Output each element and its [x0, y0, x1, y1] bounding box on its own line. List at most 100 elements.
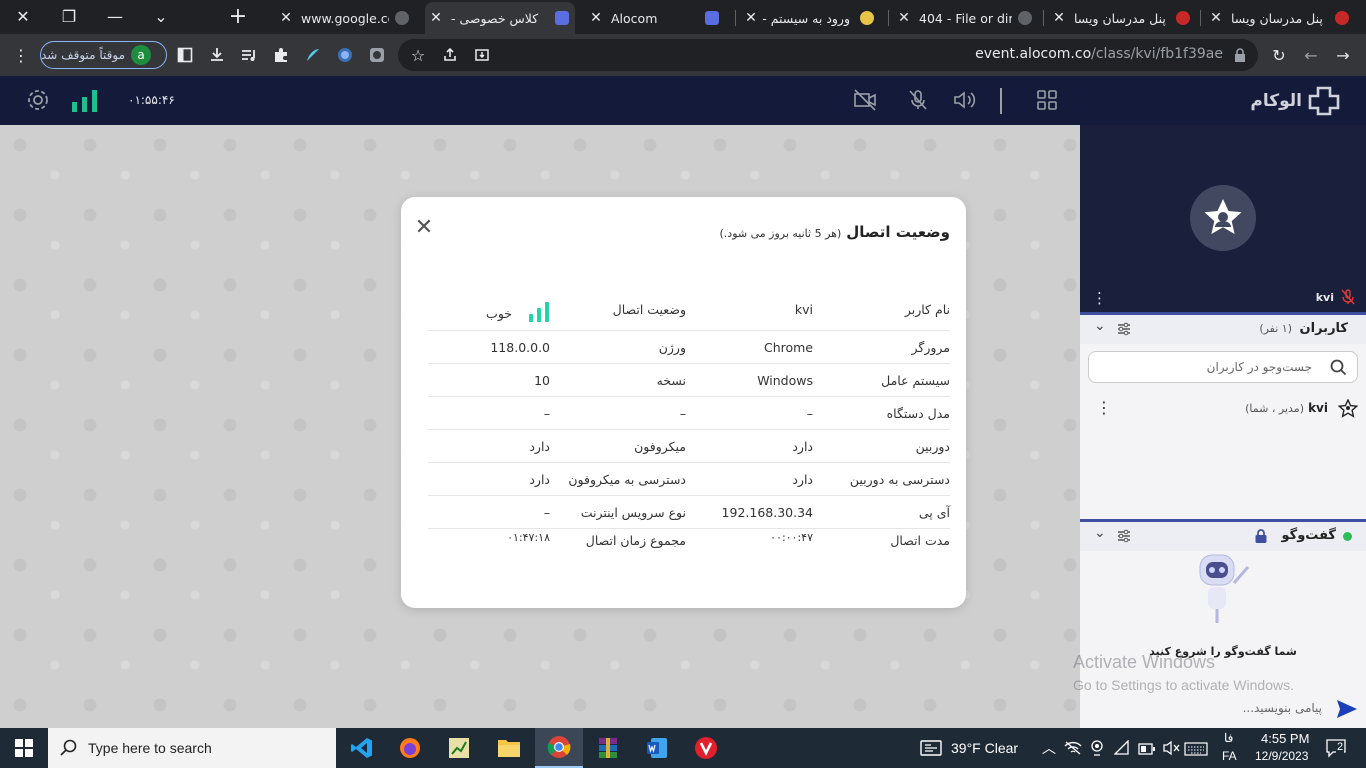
globe-icon: [395, 11, 409, 25]
star-user-icon: [1337, 398, 1359, 422]
downloads-icon[interactable]: [205, 43, 229, 67]
share-icon[interactable]: [438, 43, 462, 67]
word-app-icon[interactable]: [633, 728, 681, 768]
close-tab-icon[interactable]: ✕: [1205, 10, 1227, 26]
tab-login[interactable]: ✕ ورود به سیستم -: [740, 4, 880, 32]
input-language-code[interactable]: FA: [1222, 749, 1237, 763]
install-app-icon[interactable]: [470, 43, 494, 67]
info-row: سیستم عامل Windows نسخه 10: [428, 364, 950, 397]
camera-off-icon[interactable]: [853, 89, 877, 115]
show-hidden-icons-icon[interactable]: ︿: [1042, 738, 1056, 758]
address-bar[interactable]: ☆ event.alocom.co/class/kvi/fb1f39ae: [398, 39, 1258, 71]
close-tab-icon[interactable]: ✕: [1048, 10, 1070, 26]
weather-icon[interactable]: [920, 739, 942, 761]
reload-icon[interactable]: ↻: [1267, 43, 1291, 67]
input-language-fa[interactable]: فا: [1224, 731, 1233, 745]
tab-visa-panel-1[interactable]: ✕ پنل مدرسان ویسا: [1205, 4, 1355, 32]
bookmark-star-icon[interactable]: ☆: [406, 43, 430, 67]
search-icon: [60, 739, 78, 761]
brand-name: الوکام: [1250, 91, 1302, 111]
taskbar-search-box[interactable]: Type here to search: [48, 728, 336, 768]
chrome-menu-icon[interactable]: ⋮: [9, 43, 33, 67]
filter-sliders-icon[interactable]: [1116, 528, 1132, 548]
info-row: نام کاربر kvi وضعیت اتصال خوب: [428, 291, 950, 331]
user-avatar: [1190, 185, 1256, 251]
clock-date[interactable]: 12/9/2023: [1255, 749, 1308, 763]
chrome-app-icon[interactable]: [535, 728, 583, 768]
close-tab-icon[interactable]: ✕: [275, 10, 297, 26]
tab-search-icon[interactable]: ⌄: [138, 0, 184, 32]
close-tab-icon[interactable]: ✕: [740, 10, 762, 26]
tile-menu-icon[interactable]: ⋮: [1092, 289, 1107, 307]
brand-logo: الوکام: [1250, 86, 1340, 116]
back-icon[interactable]: →: [1331, 43, 1355, 67]
tab-google[interactable]: ✕ www.google.com: [275, 4, 415, 32]
weather-text[interactable]: 39°F Clear: [951, 740, 1018, 756]
battery-icon[interactable]: [1138, 741, 1156, 760]
webcam-tray-icon[interactable]: [1090, 739, 1104, 761]
browser-toolbar: ⋮ a موقتاً متوقف شد ☆ event.alocom.co/cl…: [0, 34, 1366, 76]
profile-button[interactable]: a موقتاً متوقف شد: [40, 41, 167, 69]
user-menu-icon[interactable]: ⋮: [1096, 398, 1112, 417]
layout-grid-icon[interactable]: [1036, 89, 1058, 115]
chat-section-header[interactable]: گفت‌وگو ⌄: [1080, 519, 1366, 551]
side-panel-icon[interactable]: [173, 43, 197, 67]
collapse-chevron-icon[interactable]: ⌄: [1094, 318, 1106, 334]
close-tab-icon[interactable]: ✕: [425, 10, 447, 26]
alocom-logo-icon: [1308, 86, 1340, 116]
info-row: دسترسی به دوربین دارد دسترسی به میکروفون…: [428, 463, 950, 496]
chart-app-icon[interactable]: [435, 728, 483, 768]
vpn-extension-icon[interactable]: [365, 43, 389, 67]
close-tab-icon[interactable]: ✕: [893, 10, 915, 26]
collapse-chevron-icon[interactable]: ⌄: [1094, 525, 1106, 541]
network-off-icon[interactable]: [1064, 740, 1082, 760]
firefox-app-icon[interactable]: [386, 728, 434, 768]
keyboard-icon[interactable]: [1184, 741, 1208, 760]
winrar-app-icon[interactable]: [584, 728, 632, 768]
app-header: ۰۱:۵۵:۴۶ الوکام: [0, 76, 1366, 125]
microphone-off-icon[interactable]: [907, 89, 929, 115]
feather-extension-icon[interactable]: [301, 43, 325, 67]
info-row: مرورگر Chrome ورژن 118.0.0.0: [428, 331, 950, 364]
user-list-item[interactable]: kvi (مدیر ، شما) ⋮: [1080, 395, 1366, 423]
speaker-icon[interactable]: [952, 89, 976, 115]
users-section-header[interactable]: کاربران (۱ نفر) ⌄: [1080, 312, 1366, 344]
video-user-name: kvi: [1315, 291, 1334, 304]
file-explorer-icon[interactable]: [485, 728, 533, 768]
tab-visa-panel-2[interactable]: ✕ پنل مدرسان ویسا: [1048, 4, 1196, 32]
search-icon: [1329, 358, 1347, 380]
restore-window-icon[interactable]: ❐: [46, 0, 92, 32]
activate-windows-watermark: Activate Windows Go to Settings to activ…: [1073, 652, 1294, 693]
new-tab-icon[interactable]: +: [215, 0, 261, 32]
users-search-input[interactable]: جست‌وجو در کاربران: [1088, 351, 1358, 383]
wordpress-extension-icon[interactable]: [333, 43, 357, 67]
lock-icon[interactable]: [1254, 528, 1268, 548]
connection-status-dialog: ✕ وضعیت اتصال (هر 5 ثانیه بروز می شود.) …: [401, 197, 966, 608]
settings-gear-icon[interactable]: [25, 87, 51, 113]
info-row: دوربین دارد میکروفون دارد: [428, 430, 950, 463]
extensions-icon[interactable]: [269, 43, 293, 67]
vscode-app-icon[interactable]: [338, 728, 386, 768]
forward-icon[interactable]: ←: [1299, 43, 1323, 67]
info-row: مدل دستگاه – – –: [428, 397, 950, 430]
minimize-window-icon[interactable]: —: [92, 0, 138, 32]
send-icon[interactable]: [1336, 699, 1358, 723]
tab-private-class[interactable]: ✕ کلاس خصوصی -: [425, 2, 575, 34]
connection-signal-icon[interactable]: [72, 90, 98, 116]
windows-start-icon[interactable]: [0, 728, 48, 768]
close-dialog-icon[interactable]: ✕: [413, 217, 435, 239]
lock-icon[interactable]: [1228, 43, 1252, 67]
vivaldi-app-icon[interactable]: [682, 728, 730, 768]
info-row: مدت اتصال ۰۰:۰۰:۴۷ مجموع زمان اتصال ۰۱:۴…: [507, 531, 950, 548]
filter-sliders-icon[interactable]: [1116, 321, 1132, 341]
clock-time[interactable]: 4:55 PM: [1261, 731, 1309, 746]
reading-list-icon[interactable]: [237, 43, 261, 67]
wifi-icon[interactable]: [1113, 739, 1130, 760]
volume-muted-icon[interactable]: [1162, 740, 1180, 760]
close-tab-icon[interactable]: ✕: [585, 10, 607, 26]
tab-404[interactable]: ✕ 404 - File or dire: [893, 4, 1038, 32]
right-side-panel: ⋮ kvi کاربران (۱ نفر) ⌄ جست‌وجو در کاربر…: [1080, 125, 1366, 728]
message-input[interactable]: پیامی بنویسید...: [1080, 693, 1366, 728]
tab-alocom[interactable]: ✕ Alocom: [585, 4, 725, 32]
close-window-icon[interactable]: ✕: [0, 0, 46, 32]
